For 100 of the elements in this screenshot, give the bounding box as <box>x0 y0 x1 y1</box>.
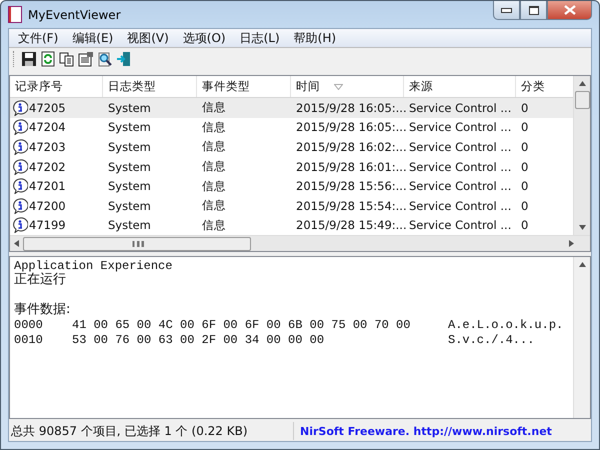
info-bubble-icon <box>12 158 28 175</box>
table-cell: Service Control ... <box>409 179 512 194</box>
scroll-down-icon[interactable] <box>578 225 586 230</box>
table-cell: 2015/9/28 15:54:... <box>296 198 407 213</box>
notebook-icon <box>8 6 22 23</box>
table-cell: 信息 <box>202 159 226 174</box>
exit-door-button[interactable] <box>115 49 133 69</box>
table-cell: 0 <box>521 140 528 154</box>
table-row[interactable]: 47205 System 信息 2015/9/28 16:05:... Service Control ... 0 <box>10 98 573 118</box>
menu-item[interactable]: 选项(O) <box>176 30 233 46</box>
info-bubble-icon <box>12 119 28 136</box>
table-cell: 47205 <box>29 100 66 115</box>
info-bubble-icon <box>12 217 28 234</box>
website-link[interactable]: NirSoft Freeware. http://www.nirsoft.net <box>294 424 552 438</box>
table-cell: 2015/9/28 16:02:... <box>296 140 407 154</box>
hex-bytes: 41 00 65 00 4C 00 6F 00 6F 00 6B 00 75 00 70 00 <box>72 319 412 332</box>
column-header[interactable]: 时间 <box>291 76 404 97</box>
hex-ascii: S.v.c./.4... <box>448 334 534 347</box>
table-row[interactable]: 47199 System 信息 2015/9/28 15:49:... Service Control ... 0 <box>10 216 573 235</box>
detail-line: Application Experience <box>14 260 174 273</box>
refresh-document-button[interactable] <box>39 49 57 69</box>
table-cell: 2015/9/28 16:01:... <box>296 160 407 174</box>
search-icon <box>97 51 113 67</box>
menu-item[interactable]: 帮助(H) <box>286 30 344 46</box>
table-cell: 信息 <box>202 120 226 135</box>
table-row[interactable]: 47203 System 信息 2015/9/28 16:02:... Service Control ... 0 <box>10 137 573 157</box>
scrollbar-thumb[interactable] <box>574 91 590 109</box>
table-cell: 0 <box>521 179 528 194</box>
close-icon <box>564 5 576 15</box>
menu-item[interactable]: 文件(F) <box>11 30 66 46</box>
vertical-scrollbar[interactable] <box>573 76 590 235</box>
scroll-up-icon[interactable] <box>578 81 586 86</box>
table-cell: 2015/9/28 16:05:... <box>296 120 407 134</box>
table-cell: 信息 <box>202 198 226 214</box>
scrollbar-thumb[interactable] <box>23 236 251 250</box>
document-properties-icon <box>78 51 94 67</box>
status-summary: 总共 90857 个项目, 已选择 1 个 (0.22 KB) <box>9 422 294 440</box>
detail-line: 正在运行 <box>14 273 67 287</box>
hex-offset: 0000 <box>14 319 44 332</box>
menu-item[interactable]: 视图(V) <box>120 30 176 46</box>
table-cell: 2015/9/28 15:56:... <box>296 179 407 194</box>
scroll-left-icon[interactable] <box>14 240 19 247</box>
close-button[interactable] <box>547 1 592 20</box>
table-cell: Service Control ... <box>409 218 512 232</box>
vertical-scrollbar[interactable] <box>573 257 590 418</box>
table-cell: Service Control ... <box>409 198 512 213</box>
menu-item[interactable]: 日志(L) <box>232 30 287 46</box>
floppy-disk-button[interactable] <box>20 49 38 69</box>
table-row[interactable]: 47202 System 信息 2015/9/28 16:01:... Service Control ... 0 <box>10 156 573 176</box>
table-cell: 47203 <box>29 140 66 154</box>
table-cell: System <box>108 218 151 232</box>
table-row[interactable]: 47204 System 信息 2015/9/28 16:05:... Service Control ... 0 <box>10 118 573 138</box>
horizontal-scrollbar[interactable] <box>10 235 590 251</box>
table-cell: Service Control ... <box>409 160 512 174</box>
info-bubble-icon <box>12 138 28 155</box>
scroll-up-icon[interactable] <box>578 262 586 267</box>
maximize-button[interactable] <box>520 1 547 20</box>
hex-offset: 0010 <box>14 334 44 347</box>
table-cell: 信息 <box>202 139 226 154</box>
table-row[interactable]: 47200 System 信息 2015/9/28 15:54:... Service Control ... 0 <box>10 196 573 216</box>
table-cell: System <box>108 179 151 194</box>
table-cell: 信息 <box>202 218 226 233</box>
column-header[interactable]: 来源 <box>404 76 516 97</box>
table-cell: 47202 <box>29 160 66 174</box>
table-cell: System <box>108 120 151 134</box>
refresh-document-icon <box>40 51 56 67</box>
column-header[interactable]: 日志类型 <box>103 76 197 97</box>
info-bubble-icon <box>12 178 28 194</box>
table-cell: System <box>108 100 151 115</box>
table-cell: 47199 <box>29 218 66 232</box>
exit-door-icon <box>116 51 132 67</box>
table-cell: 信息 <box>202 178 226 194</box>
table-cell: 47201 <box>29 179 66 194</box>
table-cell: System <box>108 198 151 213</box>
table-cell: 0 <box>521 160 528 174</box>
table-cell: 2015/9/28 16:05:... <box>296 100 407 115</box>
table-cell: 47200 <box>29 198 66 213</box>
table-cell: Service Control ... <box>409 100 512 115</box>
table-cell: 0 <box>521 198 528 213</box>
menu-item[interactable]: 编辑(E) <box>65 30 120 46</box>
info-bubble-icon <box>12 100 28 116</box>
table-cell: 2015/9/28 15:49:... <box>296 218 407 232</box>
table-cell: System <box>108 140 151 154</box>
copy-icon <box>59 51 75 67</box>
scroll-right-icon[interactable] <box>569 240 574 247</box>
table-cell: Service Control ... <box>409 140 512 154</box>
data-label: 事件数据: <box>14 303 72 317</box>
minimize-button[interactable] <box>493 1 520 20</box>
window-title: MyEventViewer <box>28 8 122 22</box>
info-bubble-icon <box>12 198 28 214</box>
document-properties-button[interactable] <box>77 49 95 69</box>
table-row[interactable]: 47201 System 信息 2015/9/28 15:56:... Service Control ... 0 <box>10 176 573 196</box>
column-header[interactable]: 事件类型 <box>197 76 291 97</box>
table-cell: 0 <box>521 218 528 232</box>
table-cell: System <box>108 160 151 174</box>
hex-ascii: A.e.L.o.o.k.u.p. <box>448 319 564 332</box>
table-cell: 0 <box>521 100 528 115</box>
column-header[interactable]: 记录序号 <box>10 76 103 97</box>
table-cell: 信息 <box>202 100 226 116</box>
table-cell: 0 <box>521 120 528 134</box>
